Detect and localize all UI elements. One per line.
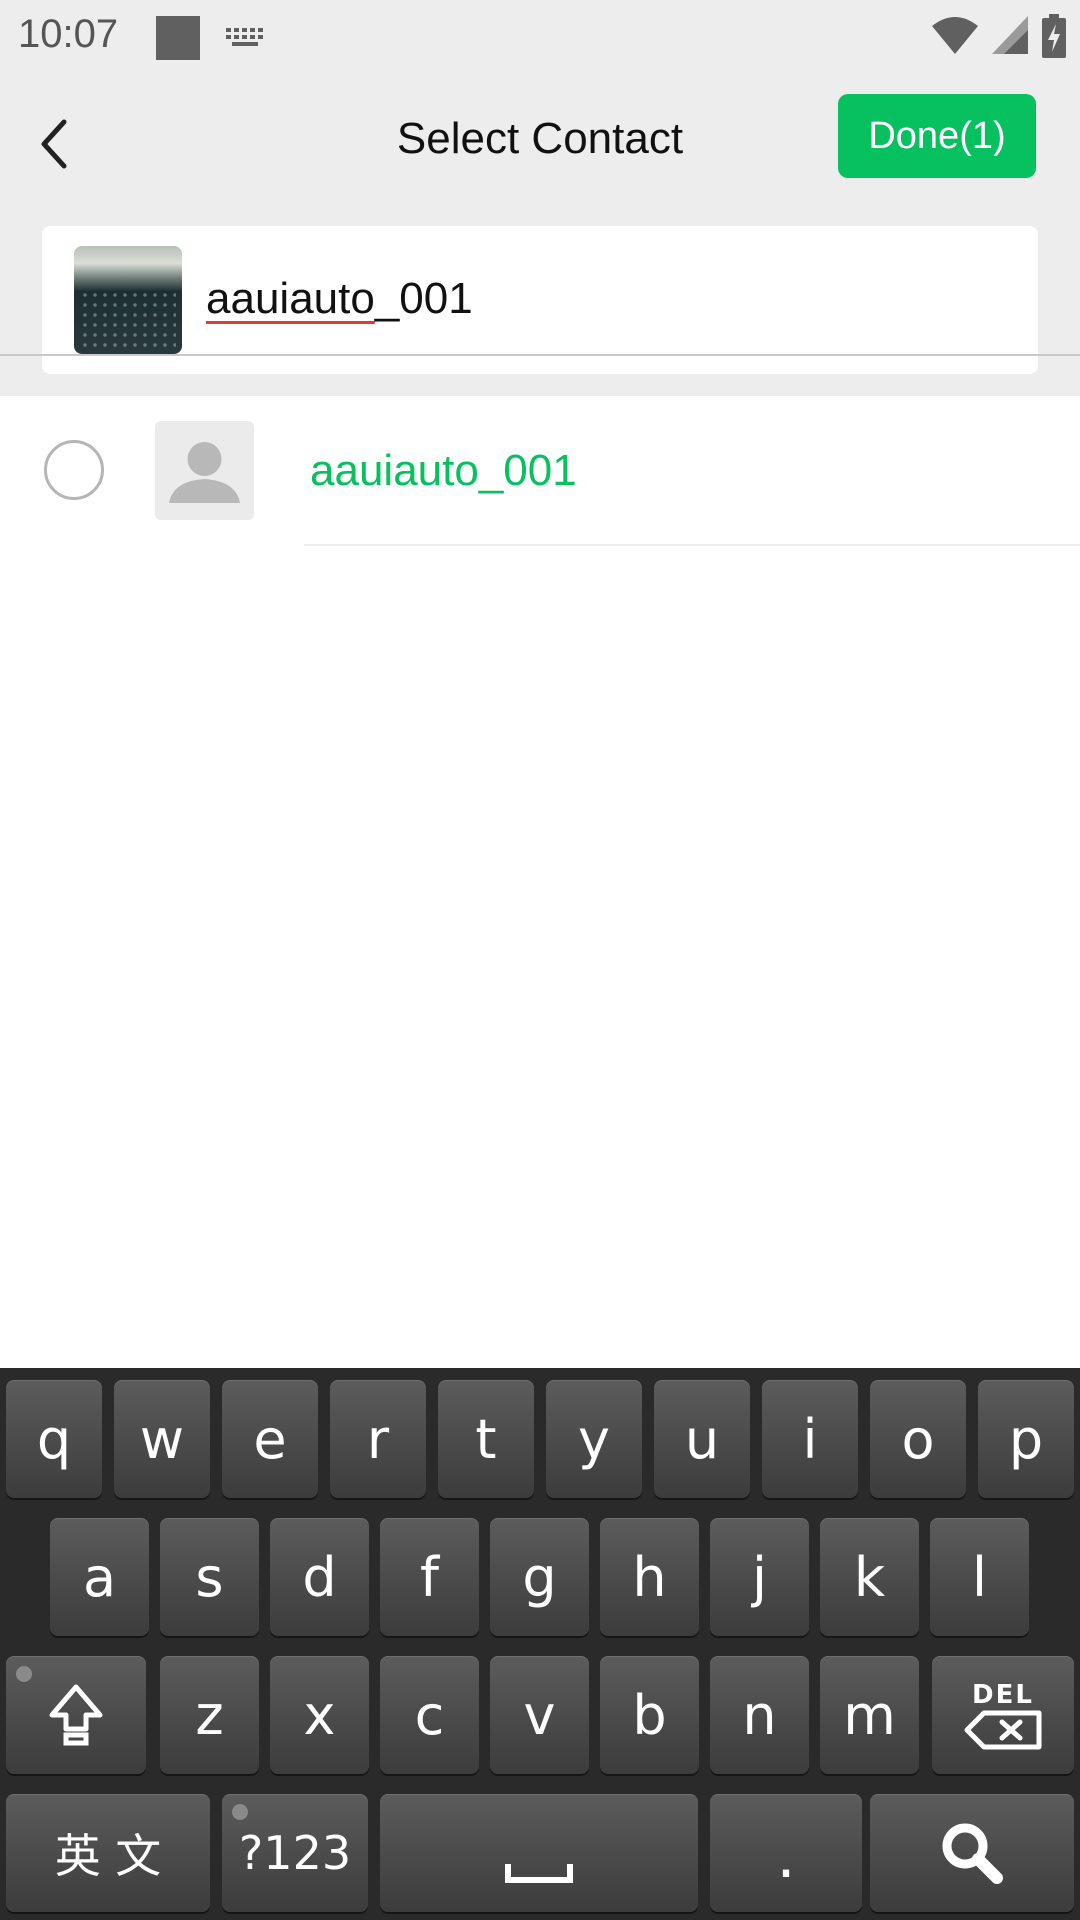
key-u[interactable]: u bbox=[654, 1380, 750, 1498]
status-bar: 10:07 bbox=[0, 0, 1080, 76]
search-query-text: aauiauto_001 bbox=[206, 274, 473, 324]
done-button[interactable]: Done(1) bbox=[838, 94, 1036, 178]
key-h[interactable]: h bbox=[600, 1518, 699, 1636]
search-input[interactable]: aauiauto_001 bbox=[42, 226, 1038, 374]
shift-key[interactable] bbox=[6, 1656, 146, 1774]
period-key[interactable]: . bbox=[710, 1794, 862, 1912]
key-o[interactable]: o bbox=[870, 1380, 966, 1498]
key-m[interactable]: m bbox=[820, 1656, 919, 1774]
key-t[interactable]: t bbox=[438, 1380, 534, 1498]
divider bbox=[0, 354, 1080, 356]
key-n[interactable]: n bbox=[710, 1656, 809, 1774]
contact-name: aauiauto_001 bbox=[310, 446, 577, 495]
key-q[interactable]: q bbox=[6, 1380, 102, 1498]
delete-key[interactable]: DEL bbox=[932, 1656, 1074, 1774]
symbols-key[interactable]: ?123 bbox=[222, 1794, 368, 1912]
key-c[interactable]: c bbox=[380, 1656, 479, 1774]
key-w[interactable]: w bbox=[114, 1380, 210, 1498]
wifi-icon bbox=[932, 17, 978, 54]
search-query-rest: _001 bbox=[374, 274, 473, 323]
delete-key-label: DEL bbox=[972, 1680, 1034, 1710]
key-y[interactable]: y bbox=[546, 1380, 642, 1498]
key-s[interactable]: s bbox=[160, 1518, 259, 1636]
spellcheck-underlined-text: aauiauto bbox=[206, 274, 375, 323]
key-p[interactable]: p bbox=[978, 1380, 1074, 1498]
key-g[interactable]: g bbox=[490, 1518, 589, 1636]
shift-arrow-icon bbox=[49, 1684, 103, 1746]
key-k[interactable]: k bbox=[820, 1518, 919, 1636]
key-x[interactable]: x bbox=[270, 1656, 369, 1774]
key-d[interactable]: d bbox=[270, 1518, 369, 1636]
key-b[interactable]: b bbox=[600, 1656, 699, 1774]
keyboard-icon bbox=[226, 28, 263, 46]
key-z[interactable]: z bbox=[160, 1656, 259, 1774]
key-v[interactable]: v bbox=[490, 1656, 589, 1774]
search-icon bbox=[942, 1823, 1003, 1884]
key-f[interactable]: f bbox=[380, 1518, 479, 1636]
search-area: aauiauto_001 bbox=[0, 226, 1080, 396]
select-radio[interactable] bbox=[44, 440, 104, 500]
signal-icon bbox=[992, 16, 1028, 54]
battery-charging-icon bbox=[1042, 14, 1066, 58]
title-bar: Select Contact Done(1) bbox=[0, 76, 1080, 226]
search-key[interactable] bbox=[870, 1794, 1074, 1912]
key-i[interactable]: i bbox=[762, 1380, 858, 1498]
notification-square-icon bbox=[156, 16, 200, 60]
space-key[interactable] bbox=[380, 1794, 698, 1912]
default-avatar-icon bbox=[169, 442, 240, 503]
selected-contact-thumbnail[interactable] bbox=[74, 246, 182, 354]
key-l[interactable]: l bbox=[930, 1518, 1029, 1636]
key-j[interactable]: j bbox=[710, 1518, 809, 1636]
status-time: 10:07 bbox=[18, 12, 119, 56]
divider bbox=[304, 544, 1080, 546]
avatar bbox=[155, 421, 254, 520]
symbols-key-label: ?123 bbox=[238, 1826, 352, 1880]
space-bar-icon bbox=[505, 1864, 573, 1883]
language-switch-key[interactable]: 英 文 bbox=[6, 1794, 210, 1912]
key-r[interactable]: r bbox=[330, 1380, 426, 1498]
list-item[interactable]: aauiauto_001 bbox=[0, 396, 1080, 546]
backspace-icon bbox=[964, 1710, 1042, 1750]
soft-keyboard: q w e r t y u i o p a s d f g h j k l z … bbox=[0, 1368, 1080, 1920]
period-key-label: . bbox=[776, 1822, 796, 1892]
key-a[interactable]: a bbox=[50, 1518, 149, 1636]
key-e[interactable]: e bbox=[222, 1380, 318, 1498]
